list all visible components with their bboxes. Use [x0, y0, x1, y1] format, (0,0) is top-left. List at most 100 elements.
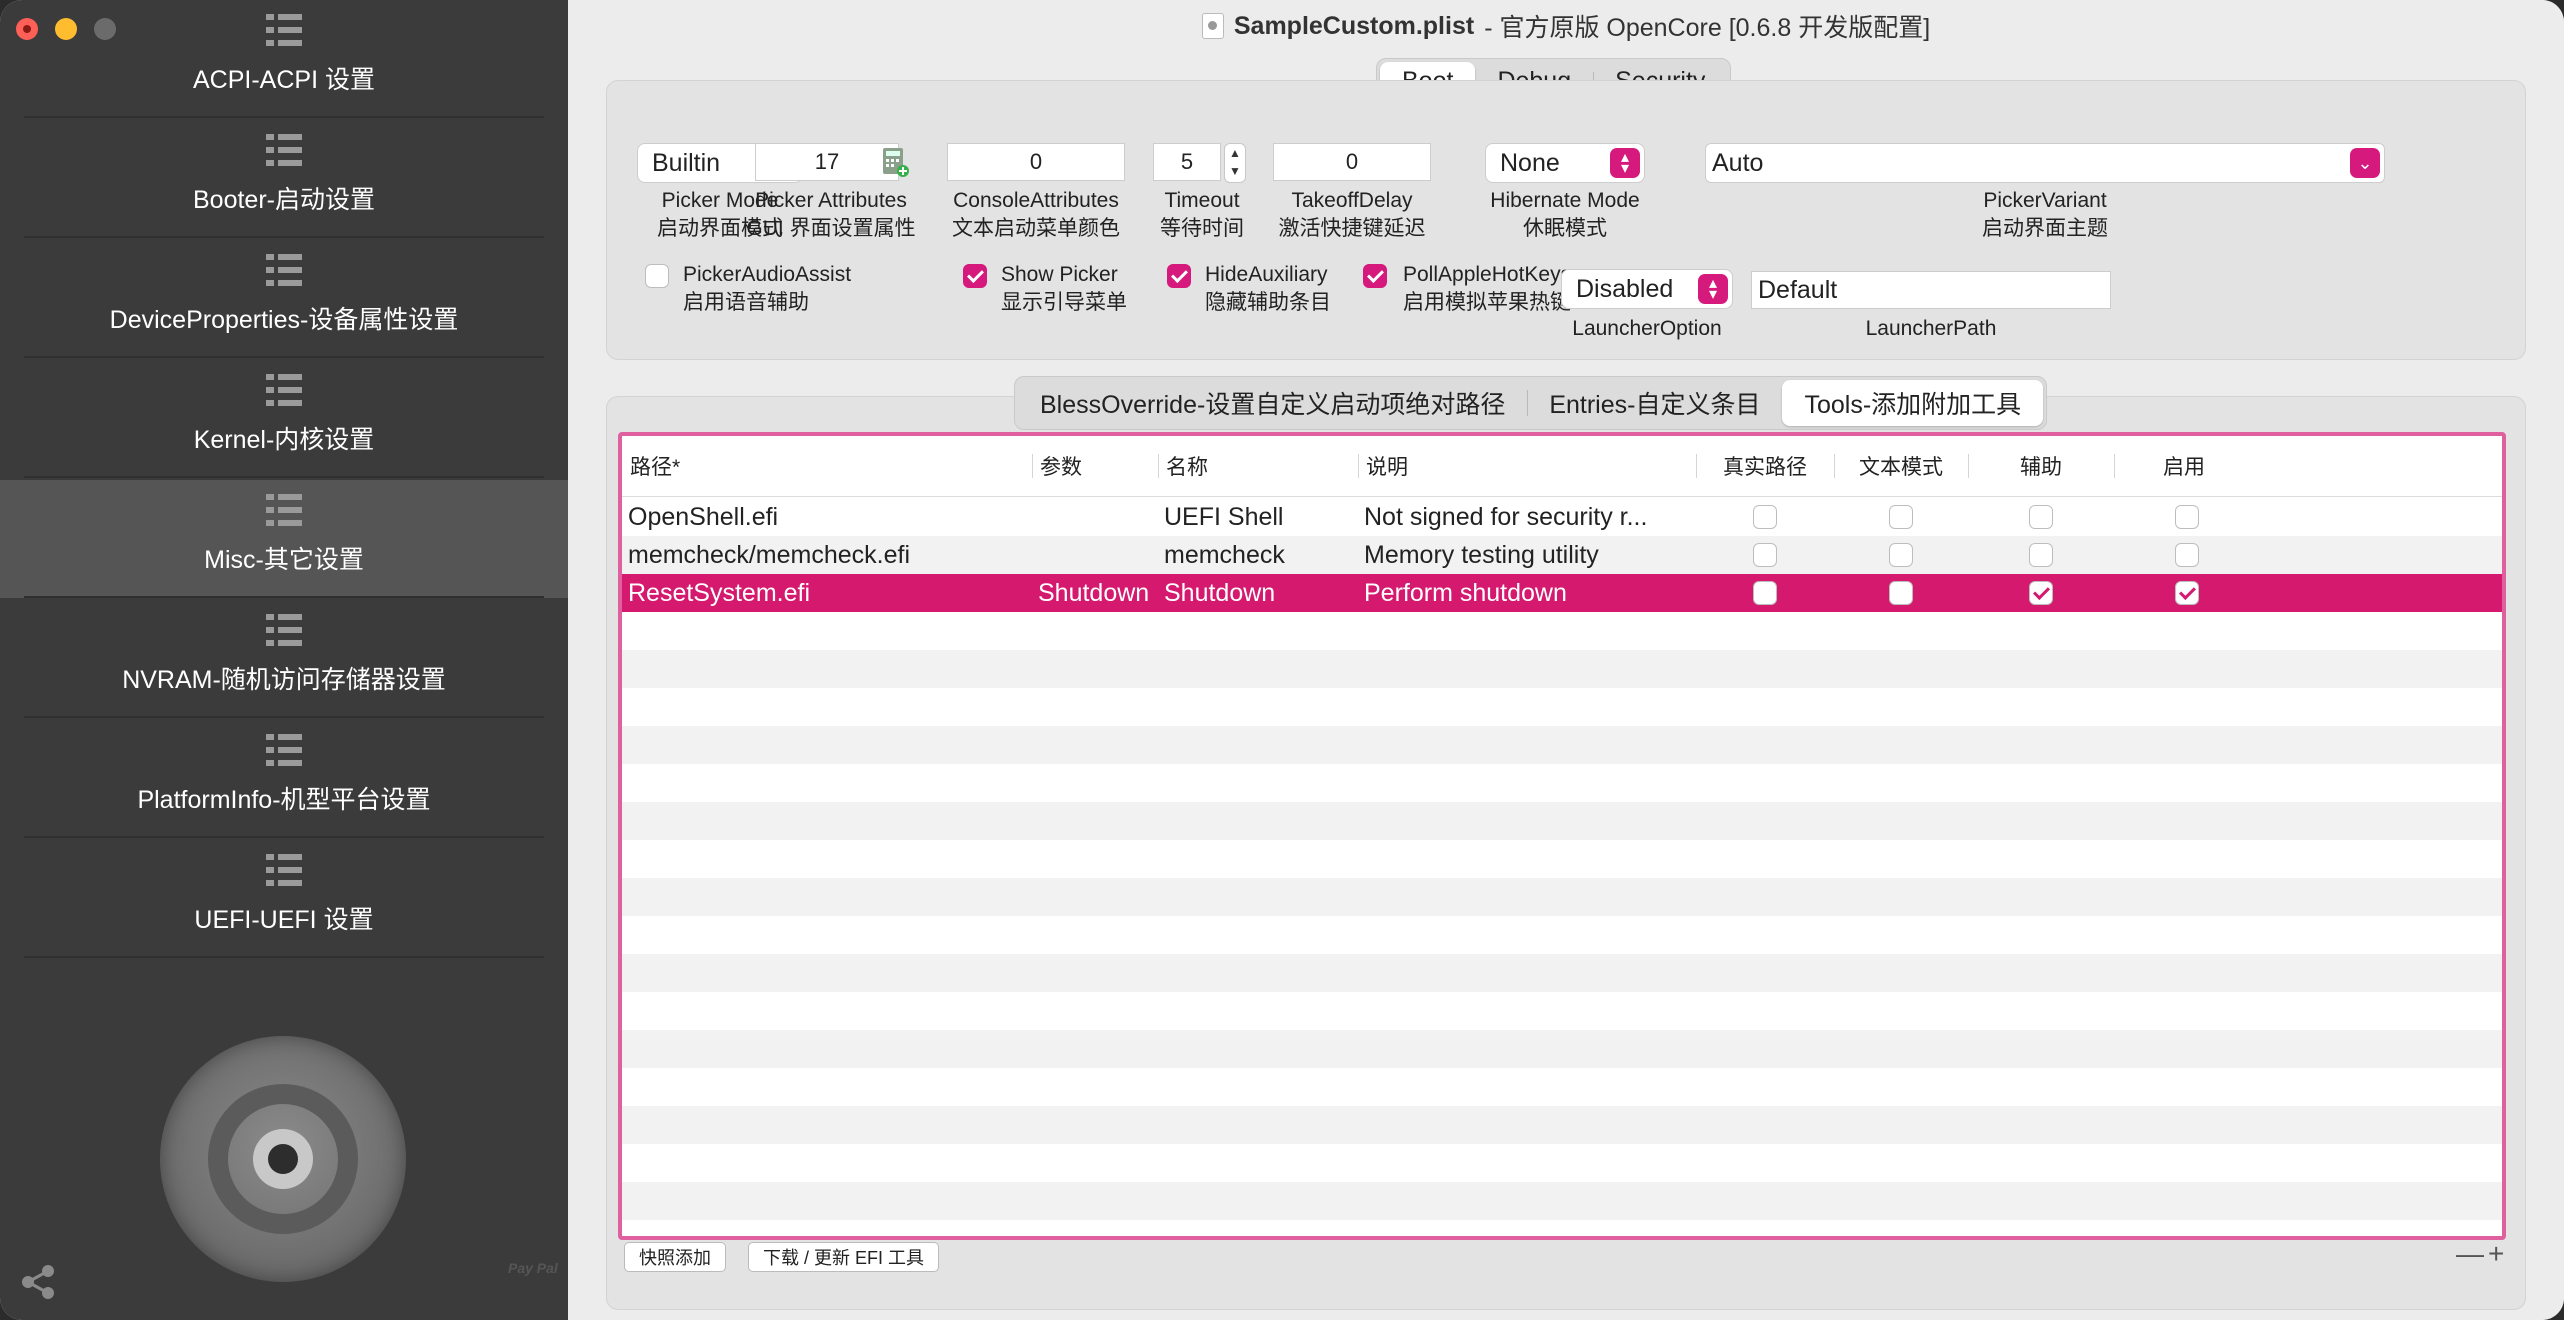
- sidebar-item-device-properties[interactable]: DeviceProperties-设备属性设置: [0, 240, 568, 358]
- sidebar-item-label: ACPI-ACPI 设置: [193, 66, 375, 94]
- show-picker-label: Show Picker 显示引导菜单: [1001, 263, 1127, 314]
- remove-row-button[interactable]: —: [2456, 1238, 2484, 1270]
- cell-comment: Memory testing utility: [1364, 540, 1599, 569]
- cell-comment: Perform shutdown: [1364, 578, 1567, 607]
- column-header-realpath[interactable]: 真实路径: [1696, 436, 1834, 496]
- hide-auxiliary-checkbox[interactable]: [1167, 264, 1191, 288]
- cell-name: UEFI Shell: [1164, 502, 1284, 531]
- sidebar-item-acpi[interactable]: ACPI-ACPI 设置: [0, 0, 568, 118]
- picker-variant-caption: PickerVariant 启动界面主题: [1982, 189, 2108, 240]
- console-attributes-field[interactable]: 0: [947, 143, 1125, 181]
- sub-tab-bar: BlessOverride-设置自定义启动项绝对路径 Entries-自定义条目…: [1014, 376, 2048, 430]
- tab-bless-override[interactable]: BlessOverride-设置自定义启动项绝对路径: [1018, 380, 1527, 426]
- sidebar-item-label: NVRAM-随机访问存储器设置: [122, 666, 446, 694]
- cell-path: OpenShell.efi: [628, 502, 779, 531]
- share-icon[interactable]: [18, 1262, 58, 1302]
- empty-row: [622, 688, 2502, 726]
- auxiliary-checkbox[interactable]: [2029, 581, 2053, 605]
- show-picker-checkbox[interactable]: [963, 264, 987, 288]
- tab-tools[interactable]: Tools-添加附加工具: [1782, 380, 2044, 426]
- sidebar-item-platforminfo[interactable]: PlatformInfo-机型平台设置: [0, 720, 568, 838]
- picker-attributes-field[interactable]: 17: [755, 143, 899, 181]
- hibernate-mode-caption: Hibernate Mode 休眠模式: [1490, 189, 1640, 240]
- empty-row: [622, 726, 2502, 764]
- cell-comment: Not signed for security r...: [1364, 502, 1648, 531]
- takeoff-delay-caption: TakeoffDelay 激活快捷键延迟: [1278, 189, 1426, 240]
- table-row[interactable]: memcheck/memcheck.efi memcheck Memory te…: [622, 536, 2502, 574]
- sidebar-item-nvram[interactable]: NVRAM-随机访问存储器设置: [0, 600, 568, 718]
- app-window: ACPI-ACPI 设置 Booter-启动设置 DevicePropertie…: [0, 0, 2564, 1320]
- timeout-field[interactable]: 5: [1153, 143, 1221, 181]
- timeout-caption: Timeout 等待时间: [1160, 189, 1244, 240]
- timeout-stepper[interactable]: ▲ ▼: [1224, 143, 1246, 183]
- column-header-textmode[interactable]: 文本模式: [1834, 436, 1968, 496]
- cell-name: Shutdown: [1164, 578, 1276, 607]
- enabled-checkbox[interactable]: [2175, 543, 2199, 567]
- sidebar-item-label: PlatformInfo-机型平台设置: [137, 786, 431, 814]
- empty-row: [622, 954, 2502, 992]
- column-header-auxiliary[interactable]: 辅助: [1968, 436, 2114, 496]
- add-row-button[interactable]: +: [2488, 1238, 2504, 1270]
- snapshot-add-button[interactable]: 快照添加: [624, 1242, 726, 1272]
- hibernate-mode-popup[interactable]: None ▴ ▾: [1485, 143, 1645, 183]
- empty-row: [622, 878, 2502, 916]
- auxiliary-checkbox[interactable]: [2029, 543, 2053, 567]
- tools-table: 路径* 参数 名称 说明 真实路径 文本模式 辅助 启用 OpenShell.e…: [618, 432, 2506, 1240]
- list-icon: [266, 614, 302, 646]
- gear-icon: [160, 1036, 406, 1282]
- chevron-down-icon: ⌄: [2350, 148, 2380, 178]
- paypal-logo[interactable]: Pay Pal: [508, 1260, 558, 1276]
- realpath-checkbox[interactable]: [1753, 543, 1777, 567]
- cell-args: Shutdown: [1038, 578, 1150, 607]
- empty-row: [622, 840, 2502, 878]
- download-update-efi-tools-button[interactable]: 下载 / 更新 EFI 工具: [748, 1242, 940, 1272]
- sidebar: ACPI-ACPI 设置 Booter-启动设置 DevicePropertie…: [0, 0, 568, 1320]
- empty-row: [622, 1030, 2502, 1068]
- cell-path: ResetSystem.efi: [628, 578, 811, 607]
- sidebar-item-label: Kernel-内核设置: [193, 426, 375, 454]
- column-header-path[interactable]: 路径*: [622, 436, 1032, 496]
- column-header-comment[interactable]: 说明: [1358, 436, 1696, 496]
- list-icon: [266, 734, 302, 766]
- sidebar-item-kernel[interactable]: Kernel-内核设置: [0, 360, 568, 478]
- sidebar-item-uefi[interactable]: UEFI-UEFI 设置: [0, 840, 568, 958]
- column-header-args[interactable]: 参数: [1032, 436, 1158, 496]
- textmode-checkbox[interactable]: [1889, 543, 1913, 567]
- table-row[interactable]: OpenShell.efi UEFI Shell Not signed for …: [622, 498, 2502, 536]
- calculator-icon[interactable]: [881, 147, 909, 177]
- column-header-enabled[interactable]: 启用: [2114, 436, 2254, 496]
- textmode-checkbox[interactable]: [1889, 505, 1913, 529]
- launcher-option-caption: LauncherOption: [1572, 317, 1722, 340]
- picker-audio-assist-label: PickerAudioAssist 启用语音辅助: [683, 263, 852, 314]
- launcher-path-field[interactable]: Default: [1751, 271, 2111, 309]
- sidebar-item-label: Misc-其它设置: [204, 546, 364, 574]
- sidebar-item-booter[interactable]: Booter-启动设置: [0, 120, 568, 238]
- launcher-option-popup[interactable]: Disabled ▴ ▾: [1561, 269, 1733, 309]
- updown-chevron-icon: ▴▾: [1698, 274, 1728, 304]
- takeoff-delay-field[interactable]: 0: [1273, 143, 1431, 181]
- realpath-checkbox[interactable]: [1753, 505, 1777, 529]
- textmode-checkbox[interactable]: [1889, 581, 1913, 605]
- picker-variant-popup[interactable]: Auto ⌄: [1705, 143, 2385, 183]
- column-header-name[interactable]: 名称: [1158, 436, 1358, 496]
- picker-audio-assist-checkbox[interactable]: [645, 264, 669, 288]
- empty-row: [622, 802, 2502, 840]
- document-icon: [1201, 13, 1224, 39]
- table-row-selected[interactable]: ResetSystem.efi Shutdown Shutdown Perfor…: [622, 574, 2502, 612]
- cell-args: [1032, 536, 1158, 574]
- updown-chevron-icon: ▴▾: [1610, 148, 1640, 178]
- empty-row: [622, 992, 2502, 1030]
- empty-row: [622, 1182, 2502, 1220]
- sidebar-item-misc[interactable]: Misc-其它设置: [0, 480, 568, 598]
- enabled-checkbox[interactable]: [2175, 505, 2199, 529]
- title-filename: SampleCustom.plist: [1233, 11, 1475, 40]
- auxiliary-checkbox[interactable]: [2029, 505, 2053, 529]
- tab-entries[interactable]: Entries-自定义条目: [1527, 380, 1782, 426]
- poll-apple-hotkeys-checkbox[interactable]: [1363, 264, 1387, 288]
- enabled-checkbox[interactable]: [2175, 581, 2199, 605]
- launcher-path-caption: LauncherPath: [1865, 317, 1997, 340]
- list-icon: [266, 14, 302, 46]
- console-attributes-caption: ConsoleAttributes 文本启动菜单颜色: [952, 189, 1120, 240]
- realpath-checkbox[interactable]: [1753, 581, 1777, 605]
- list-icon: [266, 494, 302, 526]
